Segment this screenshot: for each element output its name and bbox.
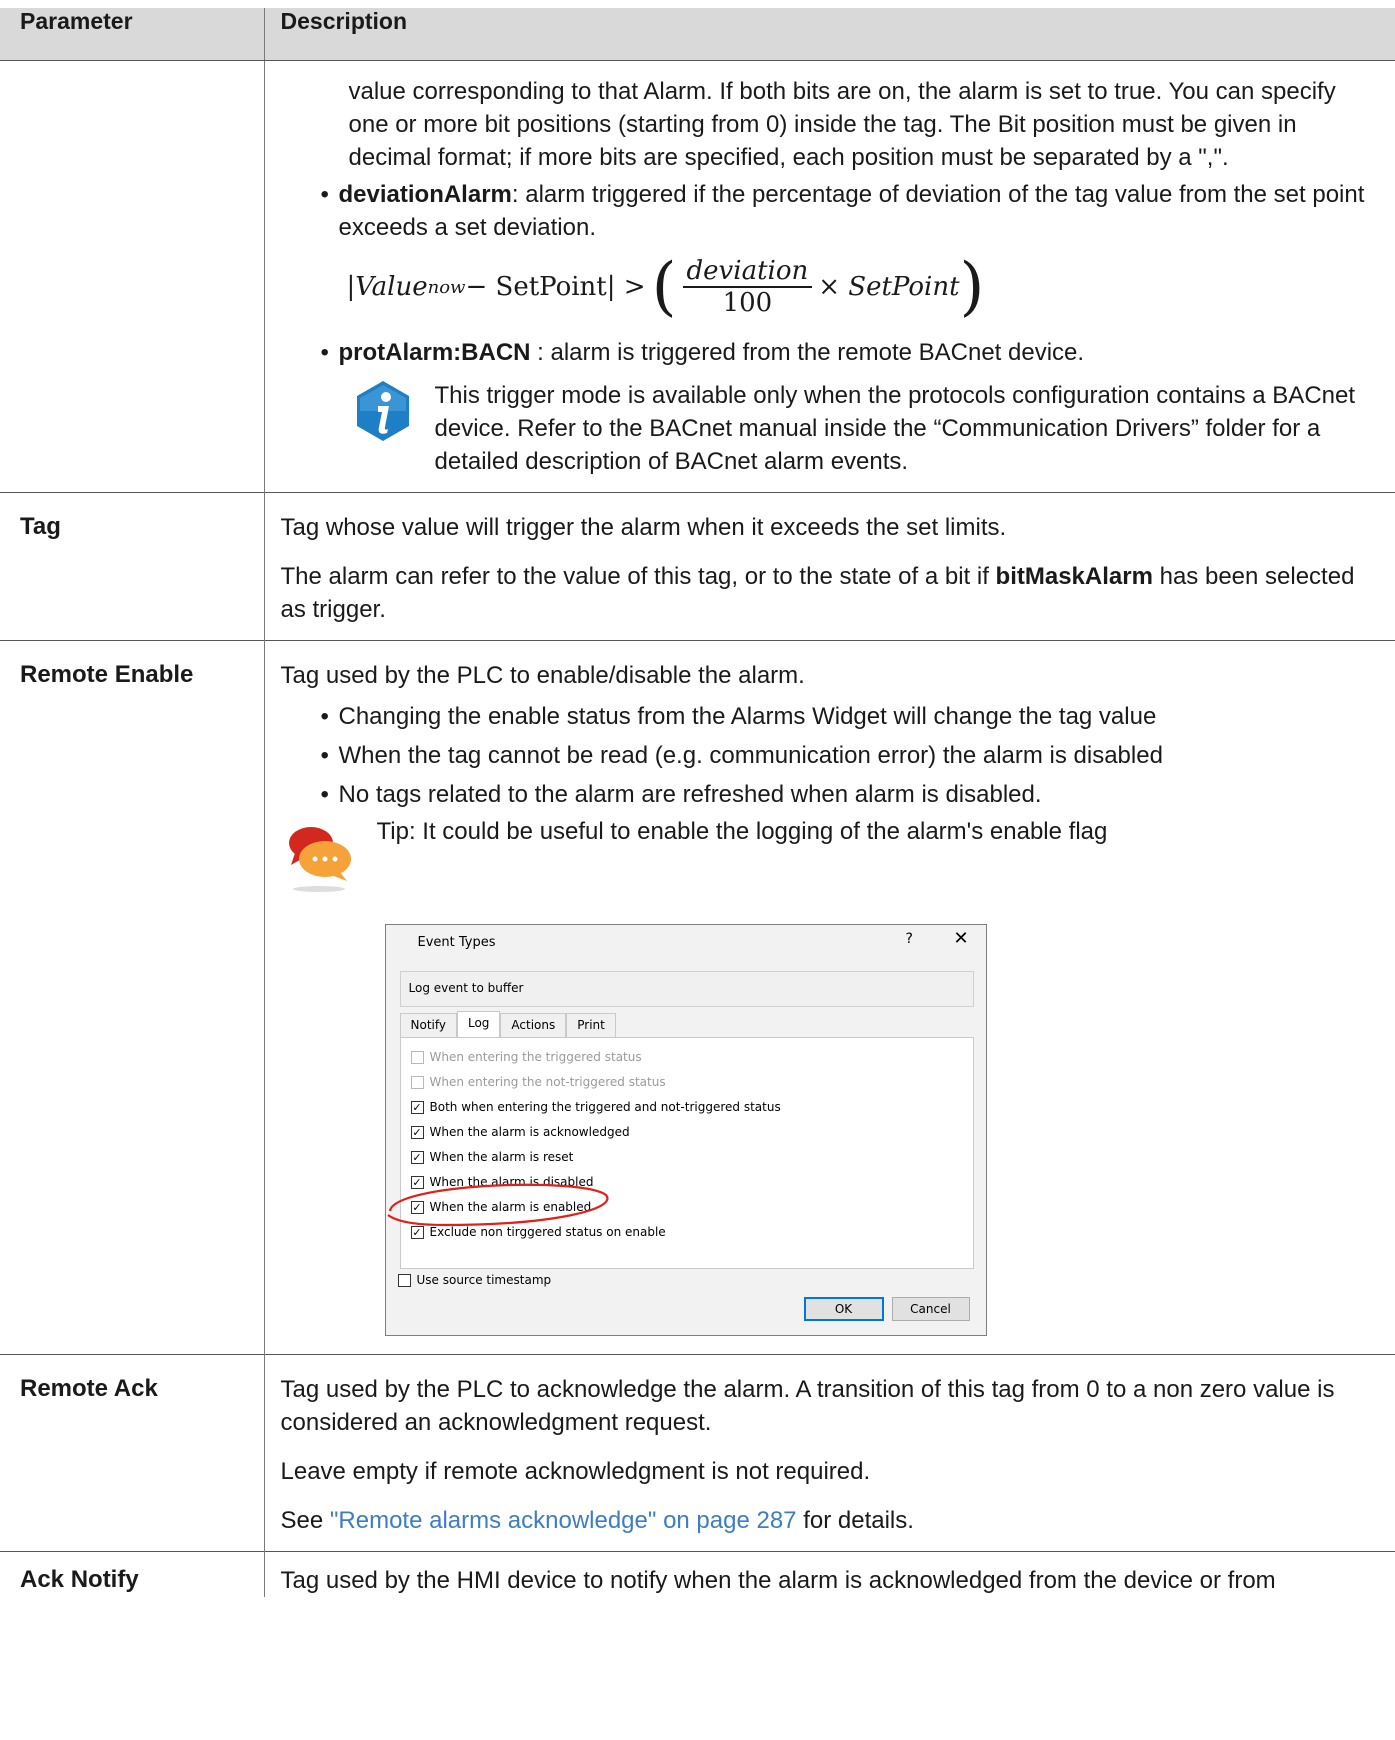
list-item: No tags related to the alarm are refresh… — [321, 778, 1382, 811]
tag-text: Tag whose value will trigger the alarm w… — [280, 514, 1007, 541]
close-icon[interactable]: ✕ — [954, 928, 969, 949]
param-ack-notify: Ack Notify — [0, 1551, 264, 1597]
checkbox-both[interactable]: ✓ Both when entering the triggered and no… — [410, 1100, 781, 1114]
remote-ack-text-2: Leave empty if remote acknowledgment is … — [280, 1458, 871, 1485]
tab-actions[interactable]: Actions — [500, 1013, 567, 1039]
checkbox-acknowledged[interactable]: ✓ When the alarm is acknowledged — [410, 1125, 630, 1139]
bitmask-text: value corresponding to that Alarm. If bo… — [348, 78, 1336, 171]
param-remote-ack: Remote Ack — [0, 1354, 264, 1552]
header-description: Description — [263, 8, 1395, 61]
note-text: This trigger mode is available only when… — [434, 382, 1356, 475]
formula-left: |Value — [346, 271, 428, 302]
list-item: Changing the enable status from the Alar… — [321, 700, 1382, 733]
description-ack-notify: Tag used by the HMI device to notify whe… — [263, 1551, 1395, 1597]
remote-alarms-link[interactable]: "Remote alarms acknowledge" on page 287 — [330, 1507, 797, 1534]
remote-enable-text: Tag used by the PLC to enable/disable th… — [280, 662, 805, 689]
description-cell: value corresponding to that Alarm. If bo… — [263, 60, 1395, 493]
tab-print[interactable]: Print — [566, 1013, 616, 1039]
param-remote-enable: Remote Enable — [0, 640, 264, 1355]
tip-note: Tip: It could be useful to enable the lo… — [281, 818, 1382, 902]
cancel-button[interactable]: Cancel — [891, 1297, 970, 1321]
highlight-ellipse — [386, 1183, 609, 1227]
checkbox-entering-triggered[interactable]: When entering the triggered status — [410, 1050, 642, 1064]
prot-text: : alarm is triggered from the remote BAC… — [530, 339, 1085, 366]
description-tag: Tag whose value will trigger the alarm w… — [263, 492, 1395, 641]
formula-sub: now — [427, 276, 466, 298]
tab-bar: Notify Log Actions Print — [399, 1011, 616, 1039]
remote-ack-text: Tag used by the PLC to acknowledge the a… — [280, 1376, 1335, 1436]
log-panel: When entering the triggered status When … — [399, 1037, 974, 1269]
checkbox-reset[interactable]: ✓ When the alarm is reset — [410, 1150, 573, 1164]
section-header: Log event to buffer — [399, 971, 974, 1007]
formula-fraction: deviation 100 — [682, 256, 813, 318]
remote-ack-text-3: See "Remote alarms acknowledge" on page … — [280, 1507, 914, 1534]
deviation-name: deviationAlarm — [338, 181, 512, 208]
deviation-formula: |Value now − SetPoint| > ( deviation 100 ×… — [346, 250, 985, 324]
list-item: protAlarm:BACN : alarm is triggered from… — [321, 336, 1382, 369]
param-tag: Tag — [0, 492, 264, 641]
section-label: Log event to buffer — [408, 981, 524, 995]
tip-text: Tip: It could be useful to enable the lo… — [376, 818, 1108, 845]
prot-name: protAlarm:BACN — [338, 339, 531, 366]
event-types-dialog: Event Types ? ✕ Log event to buffer Noti… — [384, 924, 987, 1336]
ack-notify-text: Tag used by the HMI device to notify whe… — [280, 1567, 1276, 1594]
formula-numerator: deviation — [682, 256, 813, 288]
list-item: When the tag cannot be read (e.g. commun… — [321, 739, 1382, 772]
header-parameter: Parameter — [0, 8, 264, 61]
chat-bubbles-icon — [281, 819, 377, 902]
param-cell-empty — [0, 61, 264, 493]
parameter-table: Parameter Description value correspondin… — [0, 8, 1395, 1597]
description-remote-enable: Tag used by the PLC to enable/disable th… — [263, 640, 1395, 1355]
info-note: This trigger mode is available only when… — [281, 379, 1382, 478]
help-button[interactable]: ? — [906, 931, 913, 947]
description-remote-ack: Tag used by the PLC to acknowledge the a… — [263, 1354, 1395, 1552]
info-icon — [351, 379, 417, 478]
use-source-timestamp-checkbox[interactable]: Use source timestamp — [397, 1273, 551, 1287]
formula-middle: − SetPoint| > — [465, 271, 646, 302]
ok-button[interactable]: OK — [803, 1297, 884, 1321]
formula-right: × SetPoint — [818, 271, 960, 302]
tag-text-2: The alarm can refer to the value of this… — [280, 563, 1355, 623]
formula-denominator: 100 — [722, 288, 773, 318]
list-item: deviationAlarm: alarm triggered if the p… — [321, 178, 1382, 244]
dialog-title: Event Types — [417, 935, 496, 950]
checkbox-entering-not-triggered[interactable]: When entering the not-triggered status — [410, 1075, 666, 1089]
tab-notify[interactable]: Notify — [399, 1013, 457, 1039]
tab-log[interactable]: Log — [456, 1011, 501, 1037]
